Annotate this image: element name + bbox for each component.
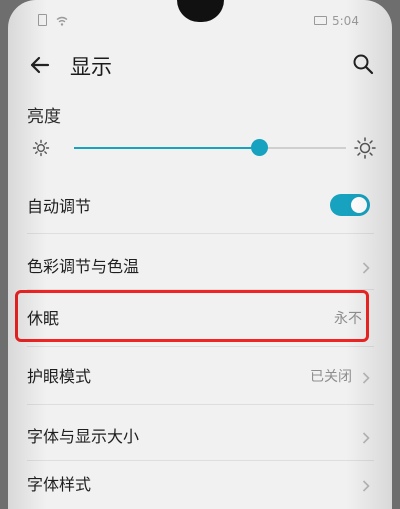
sun-large-icon — [354, 137, 376, 159]
font-style-label: 字体样式 — [27, 475, 92, 494]
battery-icon — [314, 16, 327, 25]
chevron-right-icon — [362, 259, 370, 274]
divider — [27, 346, 374, 347]
status-right: 5:04 — [314, 14, 359, 28]
arrow-left-icon[interactable] — [28, 53, 52, 77]
chevron-right-icon — [362, 429, 370, 444]
eye-comfort-row[interactable]: 护眼模式 已关闭 — [8, 348, 392, 402]
chevron-right-icon — [362, 369, 370, 384]
sim-card-icon — [38, 14, 47, 26]
color-temperature-label: 色彩调节与色温 — [27, 257, 140, 276]
sleep-row[interactable]: 休眠 永不 — [8, 290, 392, 344]
font-style-row[interactable]: 字体样式 — [8, 456, 392, 509]
eye-comfort-label: 护眼模式 — [27, 367, 92, 386]
font-display-size-label: 字体与显示大小 — [27, 427, 140, 446]
camera-notch — [177, 0, 224, 22]
search-icon[interactable] — [352, 53, 374, 75]
toggle-knob — [351, 197, 367, 213]
page-title: 显示 — [70, 55, 112, 79]
font-display-size-row[interactable]: 字体与显示大小 — [8, 408, 392, 462]
brightness-label: 亮度 — [27, 107, 61, 127]
status-left — [38, 14, 68, 28]
chevron-right-icon — [362, 477, 370, 492]
slider-fill — [74, 147, 259, 149]
auto-adjust-label: 自动调节 — [27, 197, 92, 216]
phone-screen: 5:04 显示 亮度 自动调节 色彩调节与色温 休眠 永不 护眼模式 已关闭 字… — [8, 0, 392, 509]
eye-comfort-value: 已关闭 — [310, 369, 352, 385]
brightness-slider[interactable] — [74, 137, 346, 159]
auto-adjust-toggle[interactable] — [330, 194, 370, 216]
wifi-icon — [52, 14, 68, 28]
color-temperature-row[interactable]: 色彩调节与色温 — [8, 238, 392, 292]
divider — [27, 404, 374, 405]
sleep-value: 永不 — [334, 311, 362, 327]
sun-small-icon — [32, 139, 50, 157]
slider-thumb[interactable] — [250, 139, 268, 156]
divider — [27, 233, 374, 234]
status-time: 5:04 — [332, 14, 359, 28]
sleep-label: 休眠 — [27, 309, 60, 328]
